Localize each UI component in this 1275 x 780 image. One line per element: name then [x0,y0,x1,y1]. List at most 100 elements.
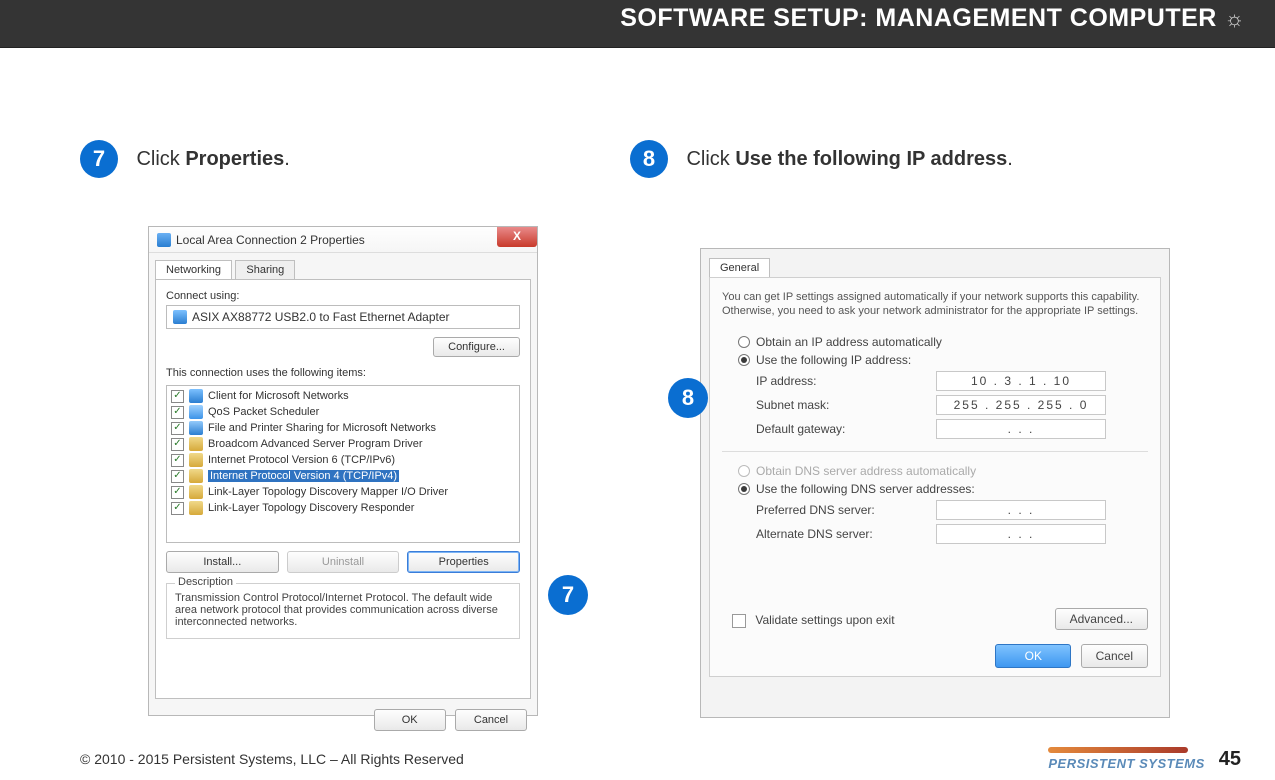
preferred-dns-label: Preferred DNS server: [756,503,936,517]
client-icon [189,389,203,403]
list-item[interactable]: ✓ QoS Packet Scheduler [167,404,519,420]
radio-icon[interactable] [738,336,750,348]
radio-icon[interactable] [738,354,750,366]
radio-icon[interactable] [738,483,750,495]
checkbox-icon[interactable] [732,614,746,628]
protocol-icon [189,437,203,451]
advanced-button[interactable]: Advanced... [1055,608,1148,630]
checkbox-icon[interactable]: ✓ [171,486,184,499]
properties-button[interactable]: Properties [407,551,520,573]
checkbox-icon[interactable]: ✓ [171,438,184,451]
list-item[interactable]: ✓ Internet Protocol Version 6 (TCP/IPv6) [167,452,519,468]
checkbox-icon[interactable]: ✓ [171,422,184,435]
scheduler-icon [189,405,203,419]
callout-8-badge: 8 [668,378,708,418]
radio-use-following-ip[interactable]: Use the following IP address: [738,353,1148,367]
items-label: This connection uses the following items… [166,367,520,379]
header-decor-icon: ☼ [1224,6,1245,31]
network-adapter-icon [157,233,171,247]
cancel-button[interactable]: Cancel [1081,644,1148,668]
brand-name: PERSISTENT SYSTEMS [1048,756,1204,771]
description-group: Description Transmission Control Protoco… [166,583,520,639]
step-7-text: Click Properties. [136,148,289,170]
item-label: Link-Layer Topology Discovery Responder [208,502,414,514]
adapter-icon [173,310,187,324]
cancel-button[interactable]: Cancel [455,709,527,731]
dialog7-titlebar[interactable]: Local Area Connection 2 Properties X [149,227,537,253]
step-7-badge: 7 [80,140,118,178]
item-label: File and Printer Sharing for Microsoft N… [208,422,436,434]
page-header: SOFTWARE SETUP: MANAGEMENT COMPUTER ☼ [0,0,1275,48]
item-label: QoS Packet Scheduler [208,406,319,418]
radio-dns-auto: Obtain DNS server address automatically [738,464,1148,478]
item-label: Broadcom Advanced Server Program Driver [208,438,423,450]
ok-button[interactable]: OK [374,709,446,731]
step-8-post: . [1007,148,1013,170]
checkbox-icon[interactable]: ✓ [171,390,184,403]
step-8-bold: Use the following IP address [735,148,1007,170]
protocol-icon [189,485,203,499]
subnet-mask-label: Subnet mask: [756,398,936,412]
lan-properties-dialog: Local Area Connection 2 Properties X Net… [148,226,538,716]
list-item[interactable]: ✓ Link-Layer Topology Discovery Mapper I/… [167,484,519,500]
dialog7-title: Local Area Connection 2 Properties [176,233,365,247]
page-number: 45 [1219,748,1241,771]
checkbox-icon[interactable]: ✓ [171,470,184,483]
preferred-dns-field[interactable]: . . . [936,500,1106,520]
alternate-dns-label: Alternate DNS server: [756,527,936,541]
checkbox-icon[interactable]: ✓ [171,454,184,467]
connection-items-list[interactable]: ✓ Client for Microsoft Networks ✓ QoS Pack… [166,385,520,543]
list-item[interactable]: ✓ Link-Layer Topology Discovery Responder [167,500,519,516]
configure-button[interactable]: Configure... [433,337,520,357]
intro-text: You can get IP settings assigned automat… [722,290,1148,319]
header-title: SOFTWARE SETUP: MANAGEMENT COMPUTER [620,4,1217,32]
tab-general[interactable]: General [709,258,770,278]
subnet-mask-field[interactable]: 255 . 255 . 255 . 0 [936,395,1106,415]
radio-label: Use the following DNS server addresses: [756,482,975,496]
item-label: Internet Protocol Version 4 (TCP/IPv4) [208,470,399,482]
list-item[interactable]: ✓ Client for Microsoft Networks [167,388,519,404]
copyright-text: © 2010 - 2015 Persistent Systems, LLC – … [80,751,464,767]
item-label: Client for Microsoft Networks [208,390,349,402]
tab-networking[interactable]: Networking [155,260,232,280]
adapter-name: ASIX AX88772 USB2.0 to Fast Ethernet Ada… [192,310,450,324]
callout-7-badge: 7 [548,575,588,615]
checkbox-icon[interactable]: ✓ [171,406,184,419]
default-gateway-field[interactable]: . . . [936,419,1106,439]
step-8-pre: Click [686,148,735,170]
protocol-icon [189,453,203,467]
install-button[interactable]: Install... [166,551,279,573]
step-7-bold: Properties [185,148,284,170]
alternate-dns-field[interactable]: . . . [936,524,1106,544]
step-8-text: Click Use the following IP address. [686,148,1012,170]
brand-bar-icon [1048,747,1188,753]
ip-address-label: IP address: [756,374,936,388]
ok-button[interactable]: OK [995,644,1071,668]
fileprint-icon [189,421,203,435]
ipv4-properties-dialog: General You can get IP settings assigned… [700,248,1170,718]
step-7-post: . [284,148,290,170]
radio-obtain-auto[interactable]: Obtain an IP address automatically [738,335,1148,349]
connect-using-label: Connect using: [166,290,520,302]
ip-address-field[interactable]: 10 . 3 . 1 . 10 [936,371,1106,391]
default-gateway-label: Default gateway: [756,422,936,436]
list-item[interactable]: ✓ File and Printer Sharing for Microsoft … [167,420,519,436]
close-icon[interactable]: X [497,227,537,247]
protocol-icon [189,469,203,483]
step-7-pre: Click [136,148,185,170]
protocol-icon [189,501,203,515]
radio-label: Obtain an IP address automatically [756,335,942,349]
uninstall-button: Uninstall [287,551,400,573]
adapter-box[interactable]: ASIX AX88772 USB2.0 to Fast Ethernet Ada… [166,305,520,329]
tab-sharing[interactable]: Sharing [235,260,295,280]
description-legend: Description [175,576,236,588]
list-item[interactable]: ✓ Broadcom Advanced Server Program Driver [167,436,519,452]
item-label: Internet Protocol Version 6 (TCP/IPv6) [208,454,395,466]
radio-label: Obtain DNS server address automatically [756,464,976,478]
item-label: Link-Layer Topology Discovery Mapper I/O… [208,486,448,498]
radio-dns-manual[interactable]: Use the following DNS server addresses: [738,482,1148,496]
list-item-selected[interactable]: ✓ Internet Protocol Version 4 (TCP/IPv4) [167,468,519,484]
checkbox-icon[interactable]: ✓ [171,502,184,515]
radio-icon [738,465,750,477]
validate-row[interactable]: Validate settings upon exit [732,613,895,628]
